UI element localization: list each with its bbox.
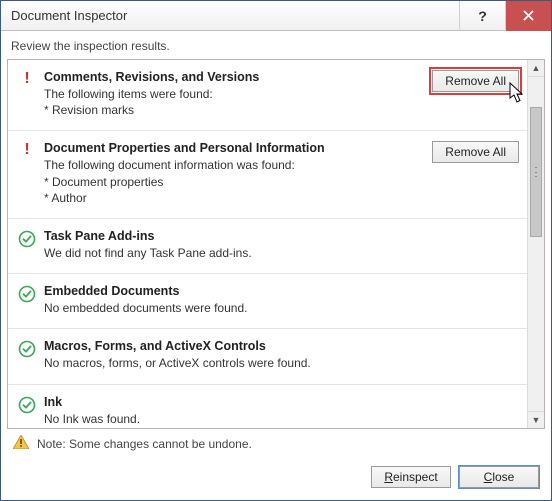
note-row: Note: Some changes cannot be undone. [1, 429, 551, 458]
item-text: Embedded Documents No embedded documents … [38, 284, 419, 316]
item-text: Document Properties and Personal Informa… [38, 141, 419, 206]
results-area: ! Comments, Revisions, and Versions The fo… [7, 59, 545, 429]
titlebar: Document Inspector ? [1, 1, 551, 31]
item-heading: Document Properties and Personal Informa… [44, 141, 419, 155]
result-item: Ink No Ink was found. [8, 385, 527, 429]
item-line: * Revision marks [44, 102, 419, 118]
item-line: The following document information was f… [44, 157, 419, 173]
item-line: * Document properties [44, 174, 419, 190]
note-text: Note: Some changes cannot be undone. [37, 437, 252, 451]
window-title: Document Inspector [1, 8, 459, 23]
item-heading: Ink [44, 395, 419, 409]
item-line: No Ink was found. [44, 411, 419, 427]
remove-all-button[interactable]: Remove All [432, 70, 519, 92]
warning-triangle-icon [13, 435, 29, 452]
item-text: Ink No Ink was found. [38, 395, 419, 427]
item-heading: Embedded Documents [44, 284, 419, 298]
subheading: Review the inspection results. [1, 31, 551, 59]
item-action: Remove All [419, 141, 519, 163]
result-item: Embedded Documents No embedded documents … [8, 274, 527, 329]
result-item: ! Document Properties and Personal Inform… [8, 131, 527, 219]
item-line: The following items were found: [44, 86, 419, 102]
item-heading: Macros, Forms, and ActiveX Controls [44, 339, 419, 353]
scroll-track[interactable] [528, 77, 544, 411]
item-text: Task Pane Add-ins We did not find any Tas… [38, 229, 419, 261]
scrollbar[interactable]: ▲ ▼ [527, 60, 544, 428]
dialog-window: Document Inspector ? Review the inspecti… [0, 0, 552, 501]
item-heading: Task Pane Add-ins [44, 229, 419, 243]
footer: Reinspect Close [1, 458, 551, 500]
item-action: Remove All [419, 70, 519, 92]
scroll-down-icon[interactable]: ▼ [528, 411, 544, 428]
item-heading: Comments, Revisions, and Versions [44, 70, 419, 84]
checkmark-circle-icon [16, 229, 38, 248]
close-icon [523, 10, 534, 21]
item-line: We did not find any Task Pane add-ins. [44, 245, 419, 261]
alert-icon: ! [16, 141, 38, 158]
result-item: Task Pane Add-ins We did not find any Tas… [8, 219, 527, 274]
item-text: Macros, Forms, and ActiveX Controls No ma… [38, 339, 419, 371]
result-item: ! Comments, Revisions, and Versions The fo… [8, 60, 527, 131]
help-button[interactable]: ? [459, 1, 505, 31]
checkmark-circle-icon [16, 395, 38, 414]
item-text: Comments, Revisions, and Versions The fol… [38, 70, 419, 118]
item-line: No macros, forms, or ActiveX controls we… [44, 355, 419, 371]
reinspect-button[interactable]: Reinspect [371, 466, 451, 488]
checkmark-circle-icon [16, 339, 38, 358]
close-window-button[interactable] [505, 1, 551, 31]
alert-icon: ! [16, 70, 38, 87]
remove-all-button[interactable]: Remove All [432, 141, 519, 163]
close-button[interactable]: Close [459, 466, 539, 488]
item-line: * Author [44, 190, 419, 206]
scroll-up-icon[interactable]: ▲ [528, 60, 544, 77]
item-line: No embedded documents were found. [44, 300, 419, 316]
checkmark-circle-icon [16, 284, 38, 303]
result-item: Macros, Forms, and ActiveX Controls No ma… [8, 329, 527, 384]
results-list: ! Comments, Revisions, and Versions The fo… [8, 60, 527, 428]
scroll-thumb[interactable] [530, 107, 542, 237]
